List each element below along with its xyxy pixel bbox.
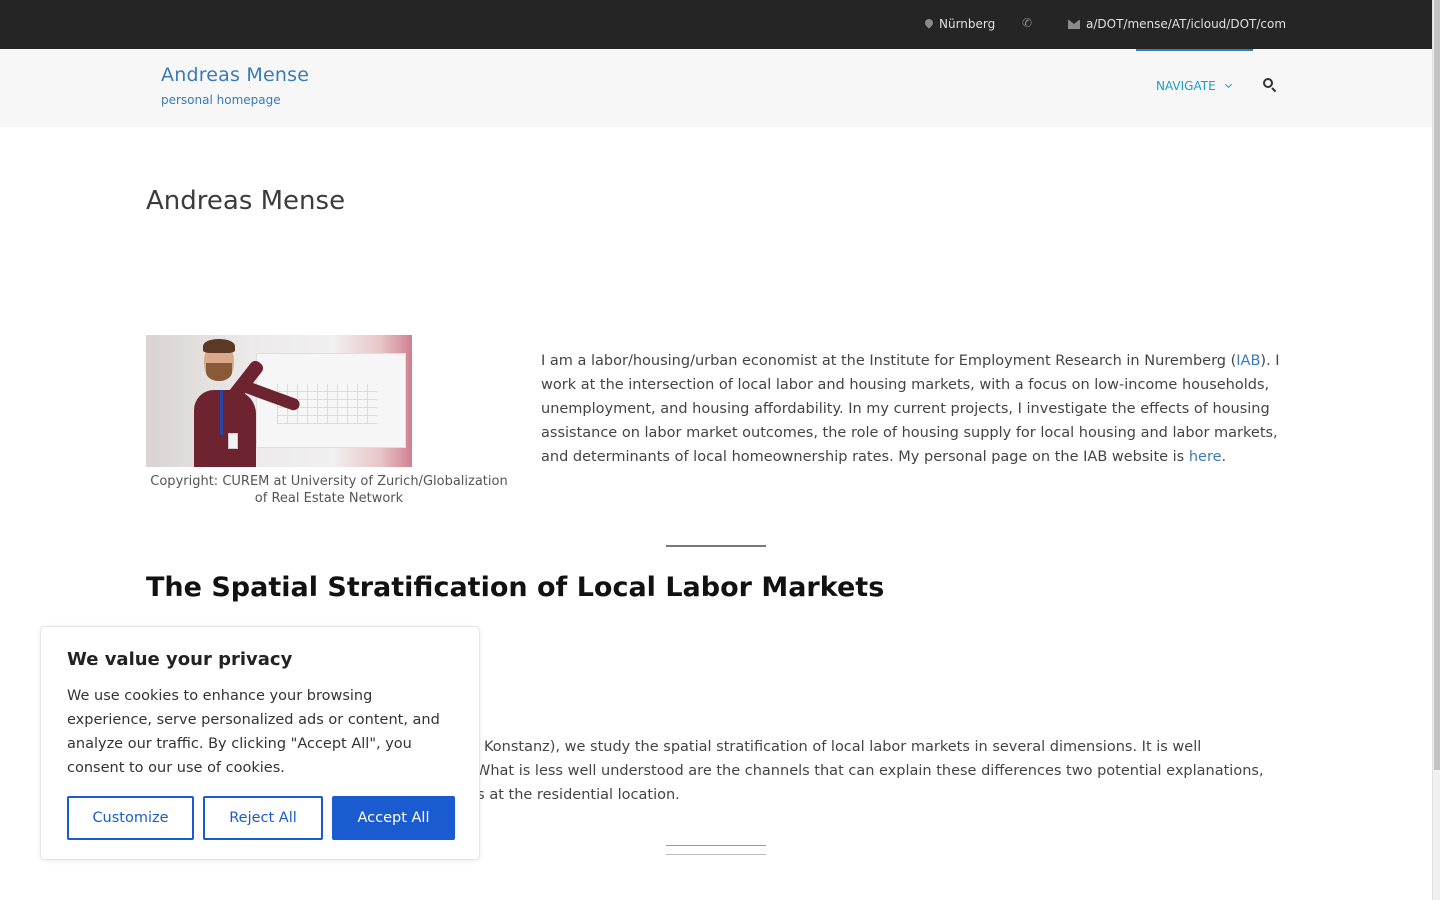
- top-bar: Nürnberg ✆ a/DOT/mense/AT/icloud/DOT/com: [0, 0, 1432, 49]
- site-title[interactable]: Andreas Mense: [161, 64, 309, 86]
- section-divider: [666, 854, 766, 855]
- nav-active-indicator: [1136, 49, 1253, 51]
- location-text: Nürnberg: [939, 17, 996, 31]
- chevron-down-icon: [1224, 80, 1232, 89]
- envelope-icon: [1068, 19, 1080, 29]
- customize-button[interactable]: Customize: [67, 796, 194, 840]
- here-link[interactable]: here: [1189, 449, 1222, 465]
- section-divider: [666, 545, 766, 547]
- page-scrollbar[interactable]: [1432, 0, 1440, 900]
- photo-caption: Copyright: CUREM at University of Zurich…: [150, 474, 508, 506]
- site-header: Andreas Mense personal homepage NAVIGATE: [0, 49, 1432, 127]
- location-item: Nürnberg: [923, 17, 996, 31]
- cookie-consent-banner: We value your privacy We use cookies to …: [40, 626, 480, 860]
- search-icon[interactable]: [1263, 78, 1277, 93]
- reject-all-button[interactable]: Reject All: [203, 796, 323, 840]
- page-title: Andreas Mense: [146, 186, 346, 216]
- site-description: personal homepage: [161, 93, 281, 107]
- navigate-label[interactable]: NAVIGATE: [1156, 79, 1216, 93]
- profile-photo: [146, 335, 412, 467]
- cookie-title: We value your privacy: [67, 649, 293, 670]
- navigate-menu[interactable]: NAVIGATE: [1156, 79, 1232, 93]
- map-marker-icon: [923, 17, 935, 29]
- cookie-text: We use cookies to enhance your browsing …: [67, 688, 440, 776]
- iab-link[interactable]: IAB: [1236, 353, 1260, 369]
- phone-icon[interactable]: ✆: [1022, 17, 1032, 29]
- section-title: The Spatial Stratification of Local Labo…: [146, 572, 885, 603]
- accept-all-button[interactable]: Accept All: [332, 796, 455, 840]
- intro-paragraph: I am a labor/housing/urban economist at …: [541, 353, 1280, 465]
- scrollbar-thumb[interactable]: [1434, 0, 1440, 770]
- email-item[interactable]: a/DOT/mense/AT/icloud/DOT/com: [1068, 17, 1286, 31]
- phone-item[interactable]: ✆: [1022, 17, 1032, 29]
- section-divider: [666, 845, 766, 846]
- email-text[interactable]: a/DOT/mense/AT/icloud/DOT/com: [1086, 17, 1286, 31]
